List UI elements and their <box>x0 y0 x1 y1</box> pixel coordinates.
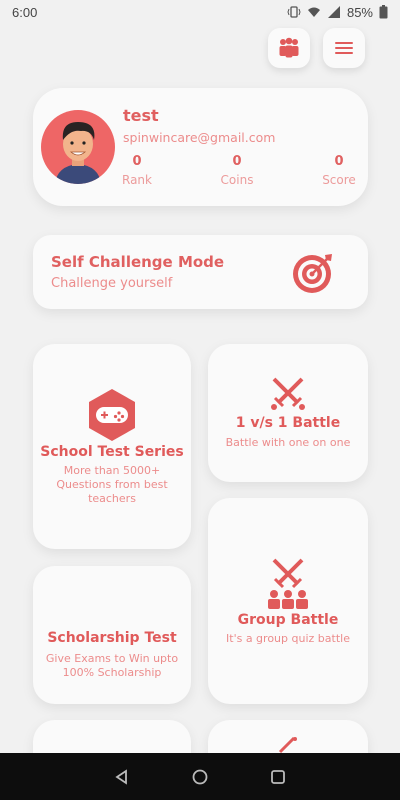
stat-label: Coins <box>220 173 254 187</box>
challenge-subtitle: Challenge yourself <box>51 276 173 291</box>
tile-subtitle-line1: More than 5000+ <box>63 464 161 477</box>
recents-icon[interactable] <box>270 769 286 785</box>
back-icon[interactable] <box>114 768 130 785</box>
signal-icon <box>327 6 340 18</box>
status-bar: 6:00 85% <box>0 0 400 24</box>
tile-title: Group Battle <box>237 612 339 628</box>
crossed-swords-icon <box>271 377 305 410</box>
group-battle-card[interactable]: Group Battle It's a group quiz battle <box>208 498 368 704</box>
stat-value: 0 <box>232 154 242 169</box>
one-vs-one-battle-card[interactable]: 1 v/s 1 Battle Battle with one on one <box>208 344 368 482</box>
tile-subtitle-line2: Questions from best <box>56 478 168 491</box>
stat-value: 0 <box>132 154 142 169</box>
avatar <box>41 110 115 184</box>
tile-subtitle: It's a group quiz battle <box>226 632 350 645</box>
school-test-series-card[interactable]: School Test Series More than 5000+ Quest… <box>33 344 191 549</box>
tile-subtitle-line3: teachers <box>88 492 136 505</box>
home-icon[interactable] <box>192 769 208 785</box>
tile-subtitle-line2: 100% Scholarship <box>62 666 162 679</box>
vibrate-icon <box>287 6 301 18</box>
tile-title: School Test Series <box>40 444 184 460</box>
hamburger-menu-icon <box>335 42 353 54</box>
avatar-illustration <box>55 122 101 184</box>
gamepad-icon <box>89 389 135 441</box>
profile-card[interactable]: test spinwincare@gmail.com 0 Rank 0 Coin… <box>33 88 368 206</box>
stat-rank: 0 Rank <box>121 154 153 187</box>
group-button[interactable] <box>268 28 310 68</box>
wifi-icon <box>307 7 320 17</box>
stat-label: Score <box>322 173 356 187</box>
tile-title: 1 v/s 1 Battle <box>235 415 341 431</box>
group-icon <box>279 37 299 58</box>
battery-percent: 85% <box>346 4 373 20</box>
profile-name: test <box>123 106 159 125</box>
profile-email: spinwincare@gmail.com <box>123 130 276 145</box>
tile-subtitle: Battle with one on one <box>225 436 351 449</box>
partial-icon <box>278 736 297 754</box>
challenge-title: Self Challenge Mode <box>51 253 225 271</box>
target-icon <box>293 254 332 293</box>
navigation-bar <box>0 753 400 800</box>
tile-subtitle-line1: Give Exams to Win upto <box>45 652 179 665</box>
battery-icon <box>379 5 388 19</box>
stat-value: 0 <box>334 154 344 169</box>
stat-coins: 0 Coins <box>217 154 257 187</box>
menu-button[interactable] <box>323 28 365 68</box>
stat-label: Rank <box>122 173 152 187</box>
stat-score: 0 Score <box>319 154 359 187</box>
tile-title: Scholarship Test <box>47 630 177 646</box>
status-icons: 85% <box>287 5 388 20</box>
scholarship-test-card[interactable]: Scholarship Test Give Exams to Win upto … <box>33 566 191 704</box>
status-time: 6:00 <box>12 4 38 20</box>
group-battle-icon <box>268 558 308 609</box>
self-challenge-card[interactable]: Self Challenge Mode Challenge yourself <box>33 235 368 309</box>
